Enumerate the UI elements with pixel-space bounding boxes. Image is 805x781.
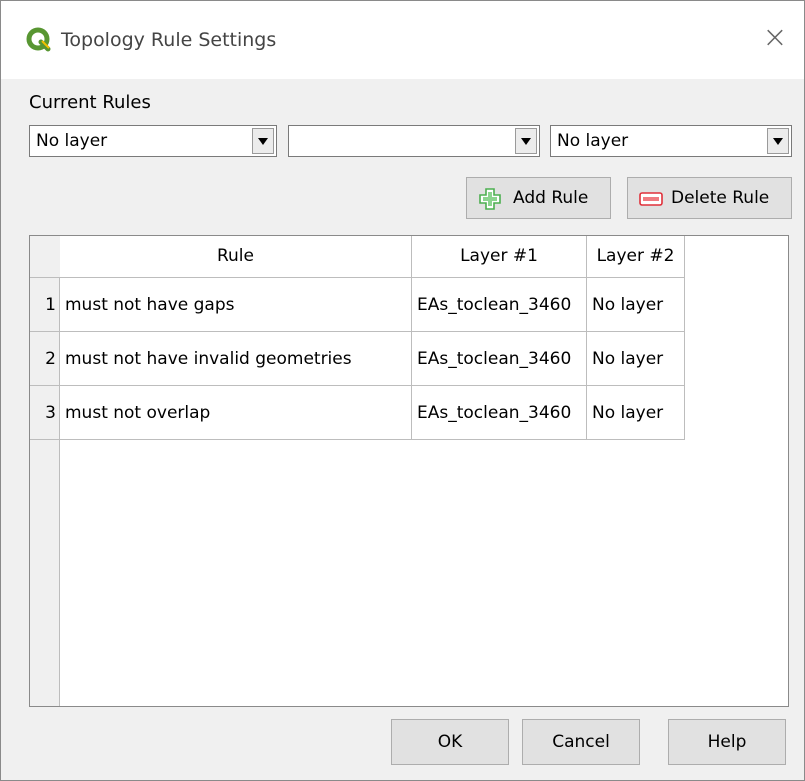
- table-corner: [30, 236, 60, 278]
- rule-combobox[interactable]: [288, 125, 540, 157]
- table-cell-layer2[interactable]: No layer: [587, 278, 685, 332]
- help-label: Help: [707, 732, 747, 752]
- column-header-layer1[interactable]: Layer #1: [412, 236, 587, 278]
- close-icon[interactable]: ×: [760, 23, 790, 53]
- table-cell-layer2[interactable]: No layer: [587, 386, 685, 440]
- table-cell-layer1[interactable]: EAs_toclean_3460: [412, 386, 587, 440]
- table-cell-rule[interactable]: must not have invalid geometries: [60, 332, 412, 386]
- layer2-combobox-value: No layer: [557, 131, 629, 151]
- column-header-layer2[interactable]: Layer #2: [587, 236, 685, 278]
- column-header-rule[interactable]: Rule: [60, 236, 412, 278]
- ok-button[interactable]: OK: [391, 719, 509, 765]
- layer2-combobox[interactable]: No layer: [550, 125, 792, 157]
- cancel-label: Cancel: [552, 732, 610, 752]
- rules-table: Rule Layer #1 Layer #2 1 must not have g…: [29, 235, 789, 707]
- row-number[interactable]: 1: [30, 278, 60, 332]
- topology-rule-settings-dialog: Topology Rule Settings × Current Rules N…: [0, 0, 805, 781]
- delete-rule-label: Delete Rule: [671, 188, 770, 208]
- table-cell-layer1[interactable]: EAs_toclean_3460: [412, 332, 587, 386]
- add-rule-label: Add Rule: [513, 188, 589, 208]
- current-rules-label: Current Rules: [29, 92, 151, 113]
- chevron-down-icon[interactable]: [767, 128, 789, 154]
- help-button[interactable]: Help: [668, 719, 786, 765]
- add-icon: [479, 188, 501, 210]
- delete-icon: [639, 192, 663, 206]
- window-title: Topology Rule Settings: [61, 29, 277, 51]
- layer1-combobox-value: No layer: [36, 131, 108, 151]
- delete-rule-button[interactable]: Delete Rule: [627, 177, 792, 219]
- cancel-button[interactable]: Cancel: [522, 719, 640, 765]
- title-bar: Topology Rule Settings ×: [1, 1, 804, 79]
- chevron-down-icon[interactable]: [252, 128, 274, 154]
- row-number[interactable]: 3: [30, 386, 60, 440]
- table-cell-rule[interactable]: must not have gaps: [60, 278, 412, 332]
- add-rule-button[interactable]: Add Rule: [466, 177, 611, 219]
- table-cell-layer2[interactable]: No layer: [587, 332, 685, 386]
- table-cell-rule[interactable]: must not overlap: [60, 386, 412, 440]
- layer1-combobox[interactable]: No layer: [29, 125, 277, 157]
- chevron-down-icon[interactable]: [515, 128, 537, 154]
- qgis-logo-icon: [26, 27, 51, 52]
- row-number[interactable]: 2: [30, 332, 60, 386]
- table-cell-layer1[interactable]: EAs_toclean_3460: [412, 278, 587, 332]
- ok-label: OK: [437, 732, 463, 752]
